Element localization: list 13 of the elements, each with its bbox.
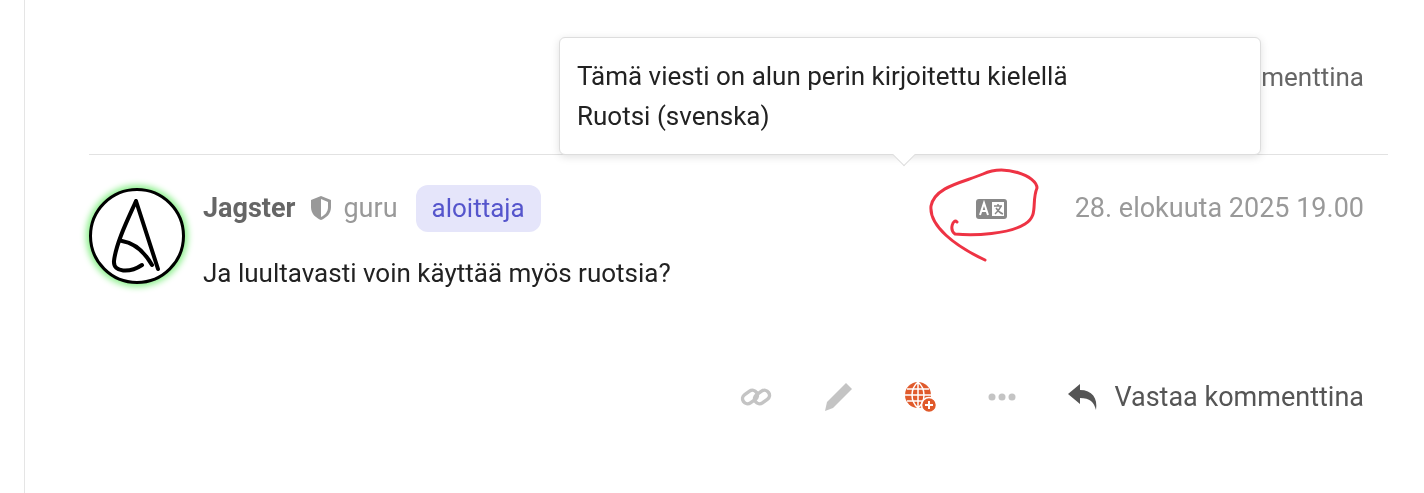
tooltip-text: Ruotsi (svenska) bbox=[577, 100, 771, 133]
pencil-icon[interactable] bbox=[822, 381, 855, 414]
more-icon[interactable] bbox=[988, 393, 1017, 402]
author-name[interactable]: Jagster bbox=[203, 187, 296, 229]
user-badge: aloittaja bbox=[415, 184, 541, 232]
reply-link-text[interactable]: menttina bbox=[1261, 58, 1364, 97]
user-title: guru bbox=[343, 190, 398, 226]
translate-icon[interactable] bbox=[975, 197, 1007, 219]
comment-body: Ja luultavasti voin käyttää myös ruotsia? bbox=[203, 257, 672, 290]
shield-icon bbox=[309, 195, 334, 221]
globe-plus-icon[interactable] bbox=[904, 381, 939, 414]
reply-button[interactable]: Vastaa kommenttina bbox=[1066, 377, 1364, 418]
tooltip-text: Tämä viesti on alun perin kirjoitettu kielellä bbox=[577, 60, 1069, 93]
